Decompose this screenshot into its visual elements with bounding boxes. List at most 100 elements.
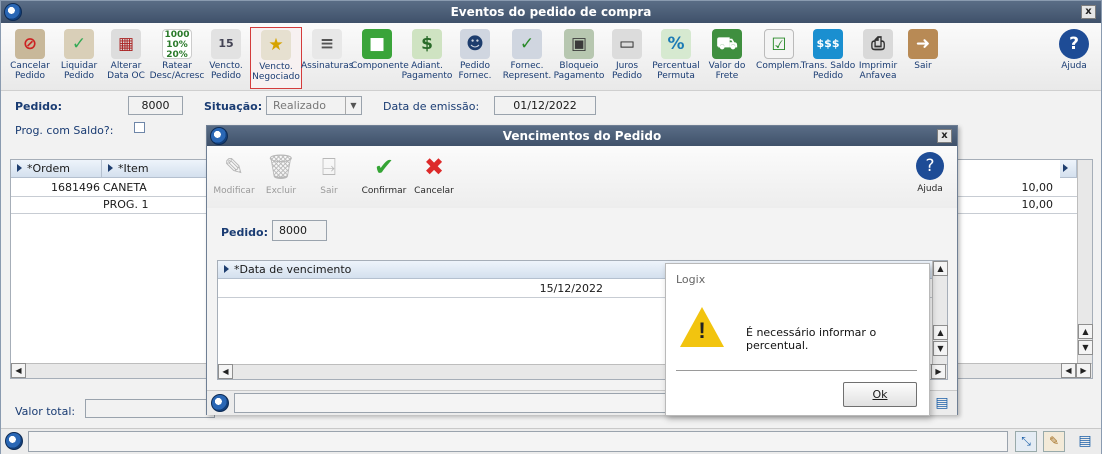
red-x-icon: ✖ [423,153,445,181]
money-icon: ▭ [612,29,642,59]
edit-pencil-icon: ✎ [223,153,245,181]
scroll-up-button[interactable]: ▲ [1078,324,1093,339]
cancel-order-button[interactable]: ⊘ Cancelar Pedido [4,27,56,89]
freight-value-button[interactable]: ⛟ Valor do Frete [701,27,753,89]
due-negotiated-button[interactable]: ★ Vencto. Negociado [250,27,302,89]
sort-arrow-icon [1063,164,1068,172]
liquidate-order-icon: ✓ [64,29,94,59]
confirm-button[interactable]: ✔ Confirmar [360,152,408,196]
table-cell-item[interactable]: CANETA [103,180,203,195]
transfer-balance-button[interactable]: $$$ Trans. Saldo Pedido [800,27,856,89]
logix-status-icon [211,394,229,412]
scroll-left-button-2[interactable]: ◀ [1061,363,1076,378]
message-title: Logix [676,273,706,286]
cubes-icon: ■ [362,29,392,59]
money-lock-icon: ▣ [564,29,594,59]
help-button[interactable]: ? Ajuda [1048,27,1100,89]
help-icon: ? [1059,29,1089,59]
person-search-icon: ☻ [460,29,490,59]
message-text: É necessário informar o percentual. [746,326,877,352]
percent-exchange-button[interactable]: % Percentual Permuta [649,27,703,89]
scroll-right-button[interactable]: ▶ [1076,363,1091,378]
total-value-label: Valor total: [15,405,76,418]
total-value-field[interactable] [85,399,215,418]
signatures-button[interactable]: ≡ Assinaturas [301,27,353,89]
order-interest-button[interactable]: ▭ Juros Pedido [601,27,653,89]
payment-block-button[interactable]: ▣ Bloqueio Pagamento [552,27,606,89]
advance-payment-button[interactable]: $ Adiant. Pagamento [401,27,453,89]
sort-arrow-icon [108,164,113,172]
checkmark-icon: ✔ [373,153,395,181]
percent-arrows-icon: % [661,29,691,59]
scroll-left-button[interactable]: ◀ [218,364,233,379]
cancel-button[interactable]: ✖ Cancelar [413,152,455,196]
component-button[interactable]: ■ Componente [351,27,409,89]
supplier-order-button[interactable]: ☻ Pedido Fornec. [449,27,501,89]
scroll-up-button[interactable]: ▲ [933,261,948,276]
message-box: Logix ! É necessário informar o percentu… [665,263,930,416]
sort-arrow-icon [224,265,229,273]
close-button[interactable]: x [1081,5,1096,19]
prog-balance-checkbox[interactable] [134,122,145,133]
money-hand-icon: $ [412,29,442,59]
chat-icon[interactable]: ▤ [1074,432,1096,451]
checklist-icon: ☑ [764,29,794,59]
change-date-button[interactable]: ▦ Alterar Data OC [100,27,152,89]
vertical-scrollbar[interactable]: ▲ ▼ [1077,160,1093,363]
modify-button[interactable]: ✎ Modificar [211,152,257,196]
sort-arrow-icon [17,164,22,172]
chevron-down-icon: ▼ [345,97,361,114]
truck-icon: ⛟ [712,29,742,59]
chat-icon[interactable]: ▤ [931,394,953,413]
delete-button[interactable]: 🗑 Excluir [263,152,299,196]
ok-button[interactable]: Ok [843,382,917,407]
column-header-item[interactable]: *Item [102,160,207,178]
help-icon: ? [916,152,944,180]
table-cell-item[interactable]: PROG. 1 [103,197,203,212]
status-label: Situação: [204,100,263,113]
liquidate-order-button[interactable]: ✓ Liquidar Pedido [53,27,105,89]
apportion-button[interactable]: 1000 10% 20% Ratear Desc/Acresc [149,27,205,89]
table-cell-value[interactable]: 10,00 [959,180,1054,195]
dialog-order-field[interactable]: 8000 [272,220,327,241]
message-divider [676,370,917,371]
status-bar: ⤡ ✎ ▤ [1,428,1101,454]
table-cell-due-date[interactable]: 15/12/2022 [218,281,603,296]
scroll-down-button[interactable]: ▼ [933,341,948,356]
exit-door-icon: ➜ [908,29,938,59]
status-select[interactable]: Realizado ▼ [266,96,362,115]
emission-date-field[interactable]: 01/12/2022 [494,96,596,115]
scroll-left-button[interactable]: ◀ [11,363,26,378]
calendar-day-icon: 15 [211,29,241,59]
complement-button[interactable]: ☑ Complem. [753,27,805,89]
warning-exclamation-icon: ! [698,318,706,343]
table-cell-value[interactable]: 10,00 [959,197,1054,212]
title-bar: Eventos do pedido de compra x [1,1,1101,23]
cancel-order-icon: ⊘ [15,29,45,59]
supplier-representative-button[interactable]: ✓ Fornec. Represent. [498,27,556,89]
order-number-field[interactable]: 8000 [128,96,183,115]
tools-icon[interactable]: ✎ [1043,431,1065,452]
emission-date-label: Data de emissão: [383,100,480,113]
dialog-vertical-scrollbar[interactable]: ▲ ▲ ▼ [932,261,948,364]
column-header-more[interactable] [1060,160,1077,178]
dialog-toolbar: ✎ Modificar 🗑 Excluir ⍈ Sair ✔ Confirmar… [207,146,957,208]
resize-icon[interactable]: ⤡ [1015,431,1037,452]
table-cell-order[interactable]: 1681496 [11,180,100,195]
due-order-button[interactable]: 15 Vencto. Pedido [200,27,252,89]
dialog-title-bar: Vencimentos do Pedido x [207,126,957,146]
dialog-help-button[interactable]: ? Ajuda [910,152,950,194]
scroll-down-button[interactable]: ▼ [1078,340,1093,355]
person-check-icon: ✓ [512,29,542,59]
logix-app-icon [210,127,228,145]
scroll-right-button[interactable]: ▶ [931,364,946,379]
column-header-order[interactable]: *Ordem [11,160,102,178]
dialog-close-button[interactable]: x [937,129,952,143]
apportion-icon: 1000 10% 20% [162,29,192,60]
logix-status-icon [5,432,23,450]
calendar-icon: ▦ [111,29,141,59]
exit-button[interactable]: ➜ Sair [897,27,949,89]
scroll-up-button-2[interactable]: ▲ [933,325,948,340]
dialog-exit-button[interactable]: ⍈ Sair [313,152,345,196]
main-toolbar: ⊘ Cancelar Pedido ✓ Liquidar Pedido ▦ Al… [1,23,1101,91]
